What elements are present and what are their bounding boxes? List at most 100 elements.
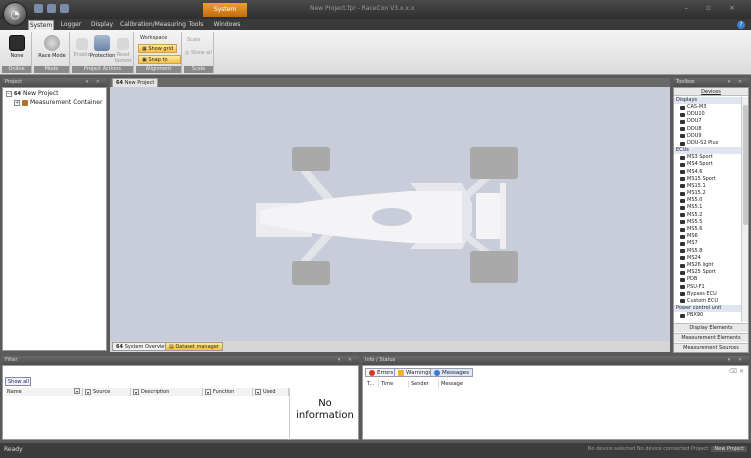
undo-icon[interactable] (47, 4, 56, 13)
tab-tools[interactable]: Tools (185, 20, 207, 30)
toolbox-device-item[interactable]: MS15.2 (674, 190, 742, 197)
front-right-wheel (292, 261, 330, 285)
device-icon (680, 313, 685, 318)
snap-to-grid-button[interactable]: ▣ Snap to grid (138, 55, 181, 72)
toolbox-device-item[interactable]: PBX90 (674, 312, 742, 319)
toolbox-category[interactable]: Power control unit (674, 305, 742, 313)
clear-messages-icon[interactable]: ⌫ ✕ (729, 368, 744, 375)
filter-dropdown-icon[interactable]: ▾ (205, 388, 211, 395)
toolbox-category[interactable]: Displays (674, 97, 742, 104)
column-description[interactable]: ▾ Description (131, 388, 203, 396)
column-source[interactable]: ▾ Source (83, 388, 131, 396)
project-panel-header: Project ▾ ✕ (2, 78, 107, 87)
column-sender[interactable]: Sender (409, 380, 439, 388)
tab-logger[interactable]: Logger (58, 20, 84, 30)
tab-calibration-measuring[interactable]: Calibration/Measuring (120, 20, 186, 30)
tree-item-new-project[interactable]: − 64 New Project (6, 90, 59, 97)
doc-tab-new-project[interactable]: 64 New Project (112, 78, 159, 87)
toolbox-device-item[interactable]: MS6 (674, 233, 742, 240)
race-mode-icon (44, 35, 60, 51)
pin-icon[interactable]: ▾ ✕ (728, 78, 745, 87)
redo-icon[interactable] (60, 4, 69, 13)
measurement-elements-section[interactable]: Measurement Elements (674, 333, 748, 342)
display-elements-section[interactable]: Display Elements (674, 323, 748, 332)
scale-field[interactable]: Scale (187, 37, 200, 43)
column-name[interactable]: Name ▾ (5, 388, 83, 396)
tab-windows[interactable]: Windows (212, 20, 242, 30)
toolbox-device-item[interactable]: DDU10 (674, 111, 742, 118)
toolbox-device-item[interactable]: MS15.1 (674, 183, 742, 190)
toolbox-device-item[interactable]: MS5.6 (674, 226, 742, 233)
pin-icon[interactable]: ▾ ✕ (86, 78, 103, 87)
column-type[interactable]: T... (365, 380, 379, 388)
measurement-sources-section[interactable]: Measurement Sources (674, 343, 748, 352)
toolbox-device-item[interactable]: MS4 Sport (674, 161, 742, 168)
error-icon (369, 369, 375, 376)
tab-dataset-manager[interactable]: ▤ Dataset manager (165, 342, 223, 351)
show-all-filter-button[interactable]: Show all (5, 377, 31, 386)
toolbox-device-item[interactable]: MS24 (674, 255, 742, 262)
protection-button[interactable]: Protection (90, 35, 115, 59)
devices-section-header[interactable]: Devices (674, 88, 748, 96)
toolbox-device-item[interactable]: MS3 Sport (674, 154, 742, 161)
toolbox-device-item[interactable]: MS5.5 (674, 219, 742, 226)
warning-icon (398, 369, 404, 376)
window-controls[interactable]: – ▫ × (684, 4, 743, 12)
car-outline-diagram (256, 147, 518, 285)
toolbox-device-item[interactable]: MS5.0 (674, 197, 742, 204)
toolbox-device-item[interactable]: MS26 light (674, 262, 742, 269)
toolbox-device-item[interactable]: MS25 Sport (674, 269, 742, 276)
show-all-button[interactable]: ◎ Show all (185, 50, 212, 56)
tree-item-measurement-container[interactable]: + Measurement Container (14, 99, 102, 106)
enable-button[interactable]: Enable (72, 35, 92, 58)
toolbox-device-item[interactable]: CAS-M3 (674, 104, 742, 111)
column-message[interactable]: Message (439, 380, 499, 388)
messages-filter-button[interactable]: Messages (430, 368, 473, 377)
toolbox-scrollbar[interactable] (741, 97, 748, 322)
device-icon (680, 270, 685, 275)
toolbox-device-item[interactable]: MS5.1 (674, 204, 742, 211)
toolbox-device-item[interactable]: Bypass ECU (674, 291, 742, 298)
filter-dropdown-icon[interactable]: ▾ (133, 388, 139, 395)
column-time[interactable]: Time (379, 380, 409, 388)
toolbox-category[interactable]: ECUs (674, 147, 742, 155)
save-icon[interactable] (34, 4, 43, 13)
ribbon-group-mode: Race Mode Mode (34, 32, 70, 73)
filter-dropdown-icon[interactable]: ▾ (74, 388, 80, 394)
pin-icon[interactable]: ▾ ✕ (728, 356, 745, 365)
collapse-icon[interactable]: − (6, 90, 12, 97)
toolbox-device-item[interactable]: MS4.6 (674, 169, 742, 176)
toolbox-device-item[interactable]: PSU-F1 (674, 284, 742, 291)
filter-dropdown-icon[interactable]: ▾ (85, 388, 91, 395)
scroll-thumb[interactable] (743, 105, 748, 225)
filter-dropdown-icon[interactable]: ▾ (255, 388, 261, 395)
column-function[interactable]: ▾ Function (203, 388, 253, 396)
info-icon (434, 369, 440, 376)
toolbox-device-item[interactable]: MS7 (674, 240, 742, 247)
tab-display[interactable]: Display (89, 20, 115, 30)
expand-icon[interactable]: + (14, 99, 20, 106)
read-fastest-button[interactable]: Read fastest (113, 35, 133, 64)
tab-system-overview[interactable]: 64 System Overview (112, 342, 173, 351)
column-used[interactable]: ▾ Used (253, 388, 289, 396)
toolbox-device-item[interactable]: Custom ECU (674, 298, 742, 305)
pin-icon[interactable]: ▾ ✕ (338, 356, 355, 365)
device-icon (680, 170, 685, 175)
context-tab-system[interactable]: System (203, 3, 247, 17)
show-grid-button[interactable]: ▦ Show grid (138, 44, 178, 53)
toolbox-device-item[interactable]: DDU9 (674, 133, 742, 140)
none-button[interactable]: None (4, 35, 30, 59)
tab-system[interactable]: System (28, 20, 54, 30)
toolbox-device-item[interactable]: DDU7 (674, 118, 742, 125)
errors-filter-button[interactable]: Errors (365, 368, 398, 377)
toolbox-device-item[interactable]: DDU-S2 Plus (674, 140, 742, 147)
application-menu-button[interactable]: ◔ (3, 2, 27, 26)
help-icon[interactable]: ? (737, 21, 745, 29)
toolbox-device-item[interactable]: MS15 Sport (674, 176, 742, 183)
race-mode-button[interactable]: Race Mode (38, 35, 66, 59)
toolbox-device-item[interactable]: MS5.8 (674, 248, 742, 255)
toolbox-device-item[interactable]: MS5.2 (674, 212, 742, 219)
toolbox-device-item[interactable]: DDU8 (674, 126, 742, 133)
system-overview-canvas[interactable] (110, 87, 670, 341)
toolbox-device-item[interactable]: PDB (674, 276, 742, 283)
